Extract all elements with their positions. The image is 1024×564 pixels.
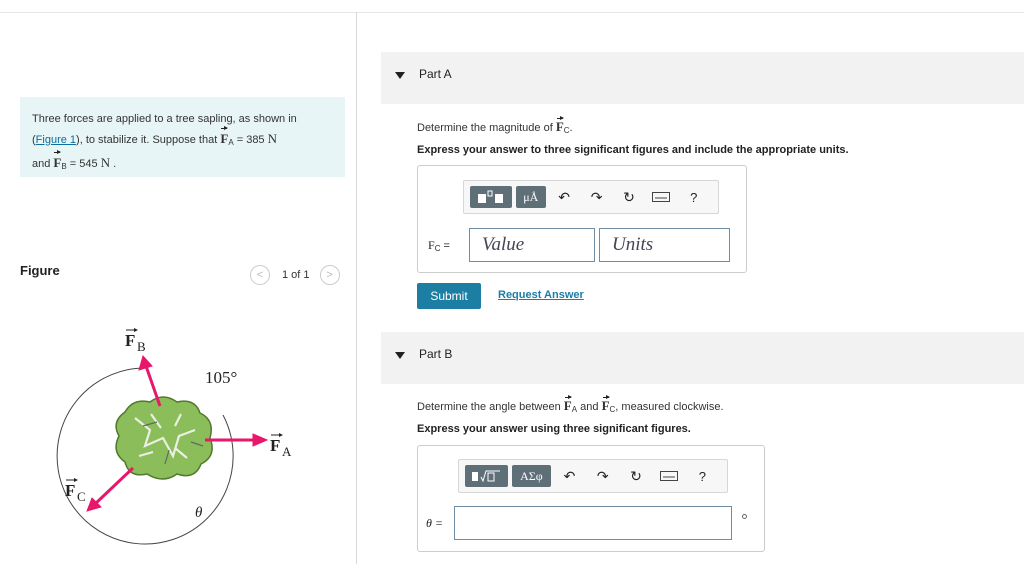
sqrt-template-icon [472,470,501,483]
question-end: . [569,122,573,134]
svg-text:F: F [125,331,135,350]
fa-sub: A [228,138,234,147]
part-b-title: Part B [419,347,453,361]
fa-vector: F [563,395,572,413]
keyboard-icon[interactable] [647,186,675,208]
svg-text:F: F [270,436,280,455]
collapse-triangle-icon[interactable] [395,72,405,79]
part-b-header[interactable]: Part B [381,332,1024,384]
fb-sub: B [61,162,67,171]
fc-field-label: FC = [428,238,450,253]
degree-symbol [742,514,747,519]
help-icon[interactable]: ? [688,465,717,487]
theta-label: θ [195,505,203,521]
left-panel: Three forces are applied to a tree sapli… [0,0,356,564]
figure-link[interactable]: Figure 1 [36,134,76,146]
svg-text:F: F [65,481,75,500]
problem-text: Three forces are applied to a tree sapli… [32,113,297,125]
part-a-instruction: Express your answer to three significant… [417,144,849,156]
end-period: . [113,158,117,170]
part-a-header[interactable]: Part A [381,52,1024,104]
redo-icon[interactable]: ↷ [588,465,617,487]
part-b-toolbar: ΑΣφ ↶ ↷ ↻ ? [458,459,728,493]
fb-arrowhead [138,354,153,371]
fa-label: F A [270,433,292,459]
value-input[interactable]: Value [469,228,595,262]
help-icon[interactable]: ? [680,186,708,208]
part-b-question: Determine the angle between FA and FC, m… [417,395,724,414]
and-text: and [32,158,51,170]
fc-vector: F [601,395,610,413]
units-button[interactable]: μÅ [515,186,546,208]
reset-icon[interactable]: ↻ [621,465,650,487]
theta-field-label: θ = [426,516,443,530]
svg-text:B: B [137,339,146,354]
prev-figure-button[interactable]: < [250,265,270,285]
part-a-title: Part A [419,67,452,81]
part-a-question: Determine the magnitude of FC. [417,116,573,135]
problem-statement: Three forces are applied to a tree sapli… [20,97,345,177]
fb-label: F B [125,328,146,354]
figure-pager: < 1 of 1 > [250,265,340,285]
part-b-instruction: Express your answer using three signific… [417,423,691,435]
templates-button[interactable] [470,186,512,208]
undo-icon[interactable]: ↶ [555,465,584,487]
tree-sapling [115,396,213,480]
angle-input[interactable] [454,506,732,540]
sapling-figure: 105° θ F B F A F C [56,328,292,545]
templates-button[interactable] [465,465,508,487]
svg-text:A: A [282,444,292,459]
fc-label: F C [65,478,86,504]
redo-icon[interactable]: ↷ [582,186,610,208]
symbols-button[interactable]: ΑΣφ [511,465,551,487]
submit-button[interactable]: Submit [417,283,481,309]
angle-105-label: 105° [205,368,237,387]
figure-counter: 1 of 1 [282,269,310,281]
next-figure-button[interactable]: > [319,265,340,285]
fb-vector: F [53,150,61,173]
panel-divider [356,12,357,564]
reset-icon[interactable]: ↻ [615,186,643,208]
svg-text:C: C [77,489,86,504]
fa-unit: N [267,131,278,146]
fb-value: = 545 [69,158,98,170]
fc-vector: F [555,116,564,134]
collapse-triangle-icon[interactable] [395,352,405,359]
undo-icon[interactable]: ↶ [550,186,578,208]
fc-arrow [93,466,135,506]
fb-unit: N [100,155,111,170]
fa-arrowhead [252,433,269,447]
part-a-toolbar: μÅ ↶ ↷ ↻ ? [463,180,719,214]
request-answer-link[interactable]: Request Answer [498,289,584,301]
fa-vector: F [220,126,228,149]
problem-text-2: , to stabilize it. Suppose that [79,134,218,146]
figure-heading: Figure [20,263,60,278]
units-input[interactable]: Units [599,228,730,262]
keyboard-icon[interactable] [655,465,684,487]
templates-icon [477,190,503,203]
fa-value: = 385 [236,134,265,146]
